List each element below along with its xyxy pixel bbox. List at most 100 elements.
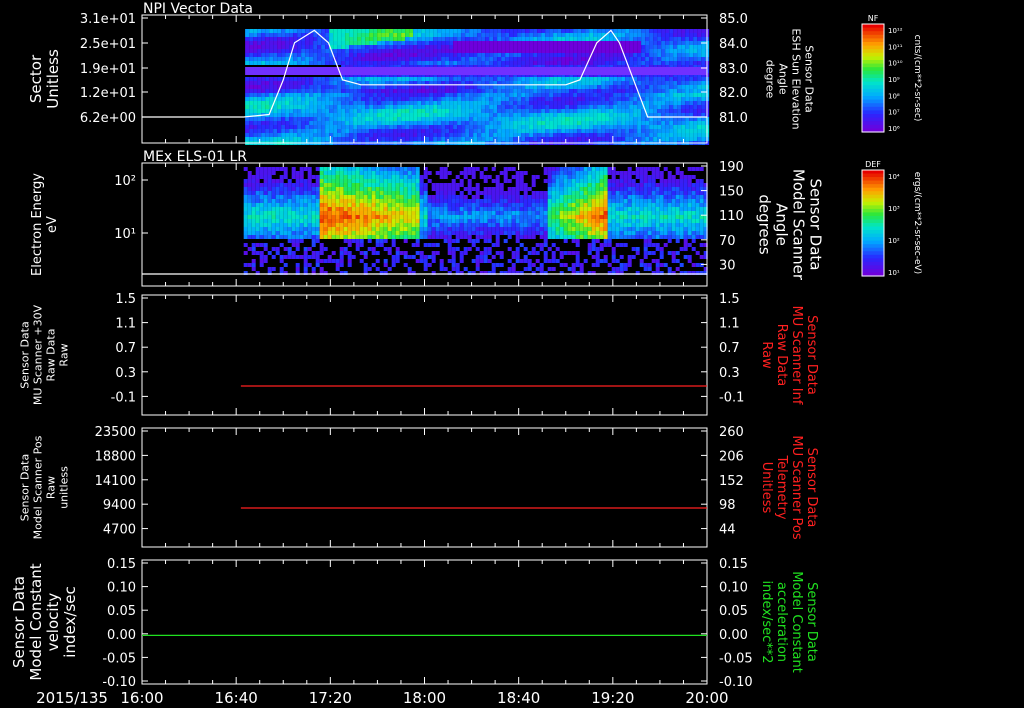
- heatmap-cell: [459, 199, 464, 203]
- heatmap-cell: [555, 179, 560, 183]
- heatmap-cell: [391, 231, 396, 235]
- heatmap-cell: [553, 113, 558, 117]
- heatmap-cell: [645, 101, 650, 105]
- heatmap-cell: [353, 37, 358, 41]
- heatmap-cell: [495, 175, 500, 179]
- heatmap-cell: [421, 85, 426, 89]
- heatmap-cell: [381, 93, 386, 97]
- heatmap-cell: [403, 263, 408, 267]
- heatmap-cell: [469, 49, 474, 53]
- heatmap-cell: [439, 207, 444, 211]
- heatmap-cell: [297, 33, 302, 37]
- heatmap-cell: [249, 117, 254, 121]
- heatmap-cell: [337, 41, 342, 45]
- heatmap-cell: [385, 49, 390, 53]
- heatmap-cell: [363, 231, 368, 235]
- heatmap-cell: [429, 29, 434, 33]
- heatmap-cell: [491, 243, 496, 247]
- heatmap-cell: [307, 207, 312, 211]
- heatmap-cell: [533, 89, 538, 93]
- heatmap-cell: [315, 203, 320, 207]
- heatmap-cell: [433, 97, 438, 101]
- heatmap-cell: [307, 191, 312, 195]
- heatmap-cell: [415, 227, 420, 231]
- heatmap-cell: [387, 199, 392, 203]
- heatmap-cell: [497, 101, 502, 105]
- heatmap-cell: [545, 137, 550, 141]
- heatmap-cell: [549, 137, 554, 141]
- heatmap-cell: [581, 53, 586, 57]
- heatmap-cell: [277, 81, 282, 85]
- heatmap-cell: [609, 105, 614, 109]
- heatmap-cell: [249, 33, 254, 37]
- heatmap-cell: [391, 227, 396, 231]
- heatmap-cell: [633, 37, 638, 41]
- heatmap-cell: [381, 105, 386, 109]
- heatmap-cell: [425, 61, 430, 65]
- heatmap-cell: [299, 191, 304, 195]
- heatmap-cell: [243, 207, 248, 211]
- heatmap-cell: [471, 207, 476, 211]
- heatmap-cell: [613, 57, 618, 61]
- heatmap-cell: [467, 231, 472, 235]
- heatmap-cell: [405, 97, 410, 101]
- heatmap-cell: [531, 207, 536, 211]
- heatmap-cell: [343, 239, 348, 243]
- heatmap-cell: [313, 53, 318, 57]
- heatmap-cell: [525, 57, 530, 61]
- heatmap-cell: [685, 137, 690, 141]
- heatmap-cell: [295, 255, 300, 259]
- heatmap-cell: [339, 199, 344, 203]
- heatmap-cell: [517, 37, 522, 41]
- heatmap-cell: [483, 179, 488, 183]
- heatmap-cell: [351, 195, 356, 199]
- heatmap-cell: [295, 211, 300, 215]
- heatmap-cell: [353, 33, 358, 37]
- heatmap-cell: [625, 33, 630, 37]
- heatmap-cell: [433, 129, 438, 133]
- heatmap-cell: [585, 129, 590, 133]
- heatmap-cell: [409, 57, 414, 61]
- heatmap-cell: [323, 223, 328, 227]
- heatmap-cell: [279, 235, 284, 239]
- heatmap-cell: [393, 137, 398, 141]
- heatmap-cell: [589, 81, 594, 85]
- heatmap-cell: [243, 231, 248, 235]
- heatmap-cell: [251, 191, 256, 195]
- heatmap-cell: [493, 101, 498, 105]
- heatmap-cell: [327, 211, 332, 215]
- heatmap-cell: [353, 117, 358, 121]
- heatmap-cell: [669, 29, 674, 33]
- heatmap-cell: [501, 89, 506, 93]
- heatmap-cell: [301, 137, 306, 141]
- heatmap-cell: [327, 175, 332, 179]
- heatmap-cell: [359, 235, 364, 239]
- heatmap-cell: [693, 93, 698, 97]
- heatmap-cell: [397, 61, 402, 65]
- heatmap-cell: [375, 251, 380, 255]
- heatmap-cell: [291, 203, 296, 207]
- heatmap-cell: [633, 117, 638, 121]
- heatmap-cell: [585, 137, 590, 141]
- heatmap-cell: [425, 129, 430, 133]
- heatmap-cell: [395, 167, 400, 171]
- heatmap-cell: [597, 129, 602, 133]
- heatmap-cell: [445, 109, 450, 113]
- heatmap-cell: [445, 117, 450, 121]
- heatmap-cell: [441, 125, 446, 129]
- heatmap-cell: [529, 109, 534, 113]
- heatmap-cell: [463, 227, 468, 231]
- heatmap-cell: [581, 33, 586, 37]
- heatmap-cell: [275, 251, 280, 255]
- heatmap-cell: [333, 45, 338, 49]
- heatmap-cell: [617, 121, 622, 125]
- heatmap-cell: [367, 179, 372, 183]
- heatmap-cell: [535, 231, 540, 235]
- heatmap-cell: [641, 77, 646, 81]
- heatmap-cell: [501, 29, 506, 33]
- heatmap-cell: [273, 117, 278, 121]
- heatmap-cell: [495, 235, 500, 239]
- heatmap-cell: [305, 77, 310, 81]
- heatmap-cell: [581, 49, 586, 53]
- heatmap-cell: [633, 121, 638, 125]
